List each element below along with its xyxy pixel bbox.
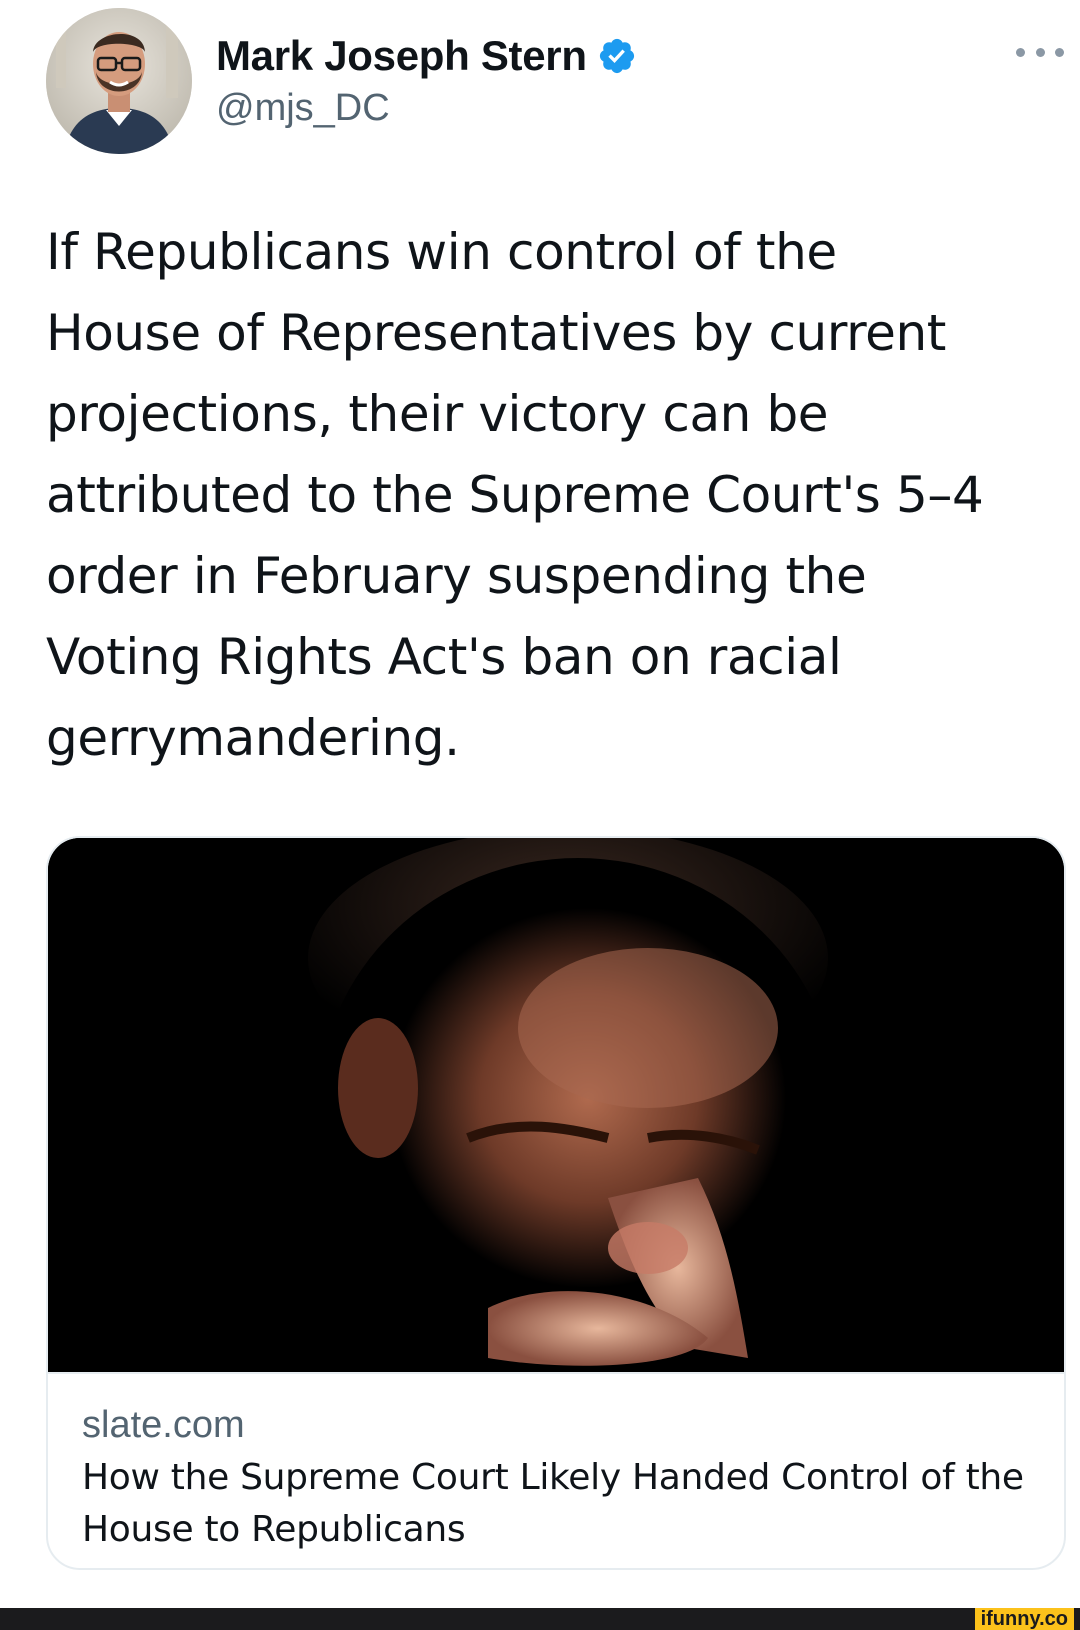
author-name-row[interactable]: Mark Joseph Stern [216,30,637,82]
tweet-text-line: order in February suspending the [46,547,867,605]
tweet-text: If Republicans win control of the House … [46,212,1066,779]
footer-bar: ifunny.co [0,1608,1080,1630]
more-options-icon[interactable] [1016,42,1064,62]
tweet-text-line: projections, their victory can be [46,385,829,443]
link-card-title[interactable]: How the Supreme Court Likely Handed Cont… [82,1452,1042,1556]
tweet-text-line: Voting Rights Act's ban on racial [46,628,842,686]
author-display-name[interactable]: Mark Joseph Stern [216,30,587,82]
avatar[interactable] [46,8,192,154]
more-dot [1055,47,1064,57]
tweet-text-line: House of Representatives by current [46,304,947,362]
article-photo-icon [48,838,1064,1372]
link-card-meta[interactable]: slate.com How the Supreme Court Likely H… [48,1372,1064,1568]
author-handle[interactable]: @mjs_DC [216,86,390,130]
tweet: Mark Joseph Stern @mjs_DC If Republicans… [0,0,1080,1608]
link-card-image[interactable] [48,838,1064,1372]
link-card-domain: slate.com [82,1404,245,1446]
tweet-text-line: attributed to the Supreme Court's 5–4 [46,466,984,524]
tweet-text-line: If Republicans win control of the [46,223,837,281]
ifunny-watermark: ifunny.co [974,1608,1074,1630]
more-dot [1016,47,1025,57]
tweet-text-line: gerrymandering. [46,709,460,767]
link-card[interactable]: slate.com How the Supreme Court Likely H… [46,836,1066,1570]
profile-photo-icon [46,8,192,154]
more-dot [1035,47,1045,57]
verified-badge-icon [599,38,634,74]
